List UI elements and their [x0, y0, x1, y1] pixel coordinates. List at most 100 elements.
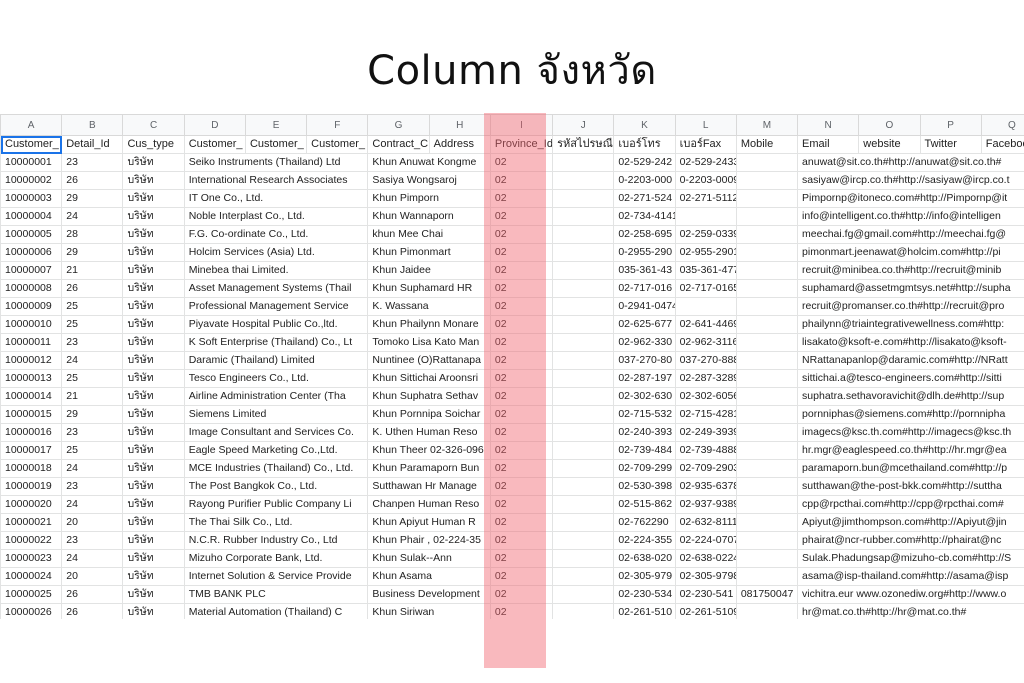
contact-cell[interactable]: Khun Apiyut Human R — [367, 513, 491, 532]
cus-type-cell[interactable]: บริษัท — [122, 153, 185, 172]
detail-id-cell[interactable]: 26 — [61, 171, 124, 190]
province-id-cell[interactable]: 02 — [489, 261, 554, 280]
header-cell[interactable]: Address — [428, 135, 491, 154]
postcode-cell[interactable] — [552, 297, 615, 316]
fax-cell[interactable]: 02-935-6378 — [674, 477, 737, 496]
mobile-cell[interactable] — [735, 423, 799, 442]
contact-cell[interactable]: Sasiya Wongsaroj — [367, 171, 491, 190]
province-id-cell[interactable]: 02 — [489, 171, 554, 190]
column-header-f[interactable]: F — [306, 114, 369, 136]
cus-type-cell[interactable]: บริษัท — [122, 207, 185, 226]
mobile-cell[interactable] — [735, 315, 799, 334]
province-id-cell[interactable]: 02 — [489, 405, 554, 424]
column-header-n[interactable]: N — [797, 114, 860, 136]
postcode-cell[interactable] — [552, 387, 615, 406]
customer-name-cell[interactable]: Daramic (Thailand) Limited — [183, 351, 369, 370]
customer-id-cell[interactable]: 10000015 — [0, 405, 63, 424]
customer-name-cell[interactable]: Material Automation (Thailand) C — [183, 603, 369, 619]
contact-cell[interactable]: Sutthawan Hr Manage — [367, 477, 491, 496]
province-id-cell[interactable]: 02 — [489, 207, 554, 226]
column-header-p[interactable]: P — [919, 114, 982, 136]
mobile-cell[interactable] — [735, 387, 799, 406]
mobile-cell[interactable] — [735, 153, 799, 172]
postcode-cell[interactable] — [552, 477, 615, 496]
mobile-cell[interactable] — [735, 459, 799, 478]
column-header-k[interactable]: K — [613, 114, 676, 136]
email-cell[interactable]: Apiyut@jimthompson.com#http://Apiyut@jin — [797, 513, 1024, 532]
detail-id-cell[interactable]: 23 — [61, 423, 124, 442]
email-cell[interactable]: recruit@promanser.co.th#http://recruit@p… — [797, 297, 1024, 316]
cus-type-cell[interactable]: บริษัท — [122, 531, 185, 550]
fax-cell[interactable]: 02-937-9389 — [674, 495, 737, 514]
column-header-l[interactable]: L — [674, 114, 737, 136]
contact-cell[interactable]: K. Uthen Human Reso — [367, 423, 491, 442]
detail-id-cell[interactable]: 26 — [61, 585, 124, 604]
header-cell[interactable]: เบอร์Fax — [674, 135, 737, 154]
fax-cell[interactable]: 02-305-9798 — [674, 567, 737, 586]
contact-cell[interactable]: Khun Wannaporn — [367, 207, 491, 226]
contact-cell[interactable]: Khun Pimporn — [367, 189, 491, 208]
contact-cell[interactable]: Khun Siriwan — [367, 603, 491, 619]
customer-name-cell[interactable]: TMB BANK PLC — [183, 585, 369, 604]
customer-id-cell[interactable]: 10000026 — [0, 603, 63, 619]
postcode-cell[interactable] — [552, 567, 615, 586]
province-id-cell[interactable]: 02 — [489, 603, 554, 619]
province-id-cell[interactable]: 02 — [489, 243, 554, 262]
header-cell[interactable]: Twitter — [919, 135, 982, 154]
mobile-cell[interactable] — [735, 243, 799, 262]
phone-cell[interactable]: 02-305-979 — [613, 567, 676, 586]
phone-cell[interactable]: 02-529-242 — [613, 153, 676, 172]
phone-cell[interactable]: 02-258-695 — [613, 225, 676, 244]
phone-cell[interactable]: 0-2203-000 — [613, 171, 676, 190]
province-id-cell[interactable]: 02 — [489, 297, 554, 316]
customer-id-cell[interactable]: 10000024 — [0, 567, 63, 586]
mobile-cell[interactable] — [735, 261, 799, 280]
customer-id-cell[interactable]: 10000011 — [0, 333, 63, 352]
customer-name-cell[interactable]: Holcim Services (Asia) Ltd. — [183, 243, 369, 262]
email-cell[interactable]: sutthawan@the-post-bkk.com#http://suttha — [797, 477, 1024, 496]
customer-id-cell[interactable]: 10000004 — [0, 207, 63, 226]
cus-type-cell[interactable]: บริษัท — [122, 495, 185, 514]
cus-type-cell[interactable]: บริษัท — [122, 243, 185, 262]
customer-id-cell[interactable]: 10000002 — [0, 171, 63, 190]
postcode-cell[interactable] — [552, 513, 615, 532]
column-header-g[interactable]: G — [367, 114, 430, 136]
customer-name-cell[interactable]: Piyavate Hospital Public Co.,ltd. — [183, 315, 369, 334]
mobile-cell[interactable] — [735, 207, 799, 226]
customer-id-cell[interactable]: 10000017 — [0, 441, 63, 460]
cus-type-cell[interactable]: บริษัท — [122, 279, 185, 298]
province-id-cell[interactable]: 02 — [489, 351, 554, 370]
detail-id-cell[interactable]: 25 — [61, 369, 124, 388]
phone-cell[interactable]: 02-240-393 — [613, 423, 676, 442]
province-id-cell[interactable]: 02 — [489, 369, 554, 388]
cus-type-cell[interactable]: บริษัท — [122, 585, 185, 604]
postcode-cell[interactable] — [552, 603, 615, 619]
phone-cell[interactable]: 02-734-4141 — [613, 207, 676, 226]
email-cell[interactable]: sittichai.a@tesco-engineers.com#http://s… — [797, 369, 1024, 388]
detail-id-cell[interactable]: 29 — [61, 243, 124, 262]
phone-cell[interactable]: 02-962-330 — [613, 333, 676, 352]
cus-type-cell[interactable]: บริษัท — [122, 477, 185, 496]
customer-name-cell[interactable]: Rayong Purifier Public Company Li — [183, 495, 369, 514]
postcode-cell[interactable] — [552, 225, 615, 244]
contact-cell[interactable]: khun Mee Chai — [367, 225, 491, 244]
customer-name-cell[interactable]: The Post Bangkok Co., Ltd. — [183, 477, 369, 496]
province-id-cell[interactable]: 02 — [489, 153, 554, 172]
header-cell[interactable]: Customer_ — [306, 135, 369, 154]
customer-id-cell[interactable]: 10000008 — [0, 279, 63, 298]
email-cell[interactable]: vichitra.eur www.ozonediw.org#http://www… — [797, 585, 1024, 604]
postcode-cell[interactable] — [552, 549, 615, 568]
email-cell[interactable]: info@intelligent.co.th#http://info@intel… — [797, 207, 1024, 226]
detail-id-cell[interactable]: 26 — [61, 279, 124, 298]
customer-name-cell[interactable]: K Soft Enterprise (Thailand) Co., Lt — [183, 333, 369, 352]
province-id-cell[interactable]: 02 — [489, 279, 554, 298]
detail-id-cell[interactable]: 23 — [61, 153, 124, 172]
fax-cell[interactable]: 02-261-5109 — [674, 603, 737, 619]
mobile-cell[interactable] — [735, 369, 799, 388]
phone-cell[interactable]: 02-709-299 — [613, 459, 676, 478]
postcode-cell[interactable] — [552, 171, 615, 190]
cus-type-cell[interactable]: บริษัท — [122, 315, 185, 334]
detail-id-cell[interactable]: 24 — [61, 549, 124, 568]
header-cell[interactable]: Detail_Id — [61, 135, 124, 154]
fax-cell[interactable]: 02-632-8111 — [674, 513, 737, 532]
